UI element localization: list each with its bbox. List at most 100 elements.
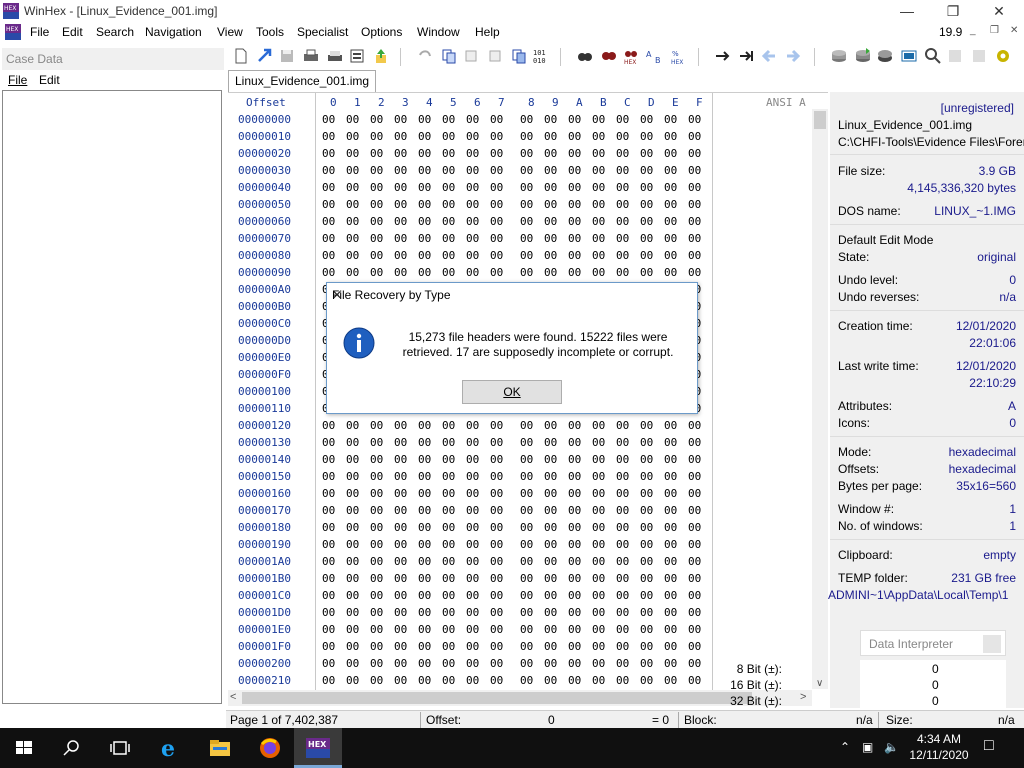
hex-byte[interactable]: 00 [592,147,605,160]
hex-byte[interactable]: 00 [490,147,503,160]
hex-byte[interactable]: 00 [394,555,407,568]
hex-byte[interactable]: 00 [520,232,533,245]
mdi-minimize-button[interactable]: _ [970,25,976,36]
hex-byte[interactable]: 00 [616,453,629,466]
case-tree[interactable] [2,90,222,704]
hex-row[interactable]: 00000080 00 00 00 00 00 00 00 00 00 00 00 00 00 00 00 00 [228,247,712,264]
hex-byte[interactable]: 00 [616,419,629,432]
hex-byte[interactable]: 00 [616,266,629,279]
hex-byte[interactable]: 00 [346,674,359,687]
hex-byte[interactable]: 00 [442,521,455,534]
winhex-menu-icon[interactable]: HEX [5,24,21,40]
hex-byte[interactable]: 00 [544,555,557,568]
hex-byte[interactable]: 00 [442,538,455,551]
hex-byte[interactable]: 00 [322,555,335,568]
hex-byte[interactable]: 00 [442,572,455,585]
hex-byte[interactable]: 00 [544,181,557,194]
hex-byte[interactable]: 00 [688,419,701,432]
hex-byte[interactable]: 00 [688,640,701,653]
hex-byte[interactable]: 00 [346,572,359,585]
hex-byte[interactable]: 00 [394,487,407,500]
mdi-restore-button[interactable]: ❐ [990,25,999,36]
hex-byte[interactable]: 00 [544,164,557,177]
hex-byte[interactable]: 00 [688,436,701,449]
hex-byte[interactable]: 00 [664,606,677,619]
scroll-right-arrow[interactable]: > [800,691,806,703]
hex-byte[interactable]: 00 [322,113,335,126]
hex-byte[interactable]: 00 [466,164,479,177]
hex-byte[interactable]: 00 [442,147,455,160]
hex-byte[interactable]: 00 [616,147,629,160]
hex-byte[interactable]: 00 [466,453,479,466]
hex-byte[interactable]: 00 [592,181,605,194]
hex-byte[interactable]: 00 [466,470,479,483]
hex-byte[interactable]: 00 [568,266,581,279]
hex-byte[interactable]: 00 [688,538,701,551]
hex-byte[interactable]: 00 [640,164,653,177]
replace-hex-icon[interactable]: HEX [622,47,640,66]
hex-byte[interactable]: 00 [322,147,335,160]
hex-row[interactable]: 00000090 00 00 00 00 00 00 00 00 00 00 00 00 00 00 00 00 [228,264,712,281]
calculator-icon[interactable] [900,47,918,65]
disabled-tool-icon[interactable] [970,47,988,65]
hex-byte[interactable]: 00 [394,453,407,466]
hex-byte[interactable]: 00 [616,606,629,619]
hex-byte[interactable]: 00 [490,198,503,211]
hex-byte[interactable]: 00 [568,521,581,534]
hex-byte[interactable]: 00 [688,572,701,585]
hex-byte[interactable]: 00 [688,181,701,194]
hex-byte[interactable]: 00 [640,198,653,211]
hex-byte[interactable]: 00 [490,453,503,466]
hex-byte[interactable]: 00 [322,674,335,687]
hex-byte[interactable]: 00 [322,181,335,194]
hex-byte[interactable]: 00 [616,232,629,245]
hex-byte[interactable]: 00 [688,198,701,211]
hex-byte[interactable]: 00 [544,232,557,245]
hex-byte[interactable]: 00 [490,164,503,177]
hex-byte[interactable]: 00 [394,181,407,194]
hex-byte[interactable]: 00 [490,249,503,262]
scroll-down-arrow[interactable]: ∨ [816,678,823,689]
search-icon[interactable] [924,47,942,65]
hex-byte[interactable]: 00 [664,419,677,432]
upload-icon[interactable] [372,47,390,65]
hex-byte[interactable]: 00 [640,181,653,194]
hex-byte[interactable]: 00 [544,572,557,585]
replace-text-icon[interactable]: AB [646,47,664,65]
notifications-icon[interactable]: □ [984,737,994,755]
hex-byte[interactable]: 00 [592,674,605,687]
hex-byte[interactable]: 00 [688,521,701,534]
hex-byte[interactable]: 00 [520,470,533,483]
hex-byte[interactable]: 00 [418,419,431,432]
hex-byte[interactable]: 00 [688,164,701,177]
minimize-button[interactable]: — [884,0,930,22]
hex-row[interactable]: 000001C0 00 00 00 00 00 00 00 00 00 00 00 00 00 00 00 00 [228,587,712,604]
hex-byte[interactable]: 00 [418,266,431,279]
hex-byte[interactable]: 00 [442,113,455,126]
hex-byte[interactable]: 00 [322,504,335,517]
hex-byte[interactable]: 00 [688,113,701,126]
hex-byte[interactable]: 00 [568,232,581,245]
hex-byte[interactable]: 00 [346,606,359,619]
hex-byte[interactable]: 00 [616,504,629,517]
hex-byte[interactable]: 00 [568,249,581,262]
hex-byte[interactable]: 00 [640,130,653,143]
hex-byte[interactable]: 00 [466,589,479,602]
hex-byte[interactable]: 00 [664,470,677,483]
hex-byte[interactable]: 00 [394,470,407,483]
hex-byte[interactable]: 00 [394,504,407,517]
horizontal-scroll-thumb[interactable] [242,692,752,704]
tab-linux-evidence[interactable]: Linux_Evidence_001.img [228,70,377,92]
hex-byte[interactable]: 00 [466,147,479,160]
hex-byte[interactable]: 00 [640,606,653,619]
hex-byte[interactable]: 00 [664,487,677,500]
hex-byte[interactable]: 00 [466,181,479,194]
hex-byte[interactable]: 00 [394,538,407,551]
open-file-icon[interactable] [256,47,274,65]
hex-byte[interactable]: 00 [490,419,503,432]
hex-byte[interactable]: 00 [688,130,701,143]
hex-byte[interactable]: 00 [664,130,677,143]
hex-byte[interactable]: 00 [640,538,653,551]
menu-options[interactable]: Options [361,25,402,39]
hex-byte[interactable]: 00 [322,470,335,483]
